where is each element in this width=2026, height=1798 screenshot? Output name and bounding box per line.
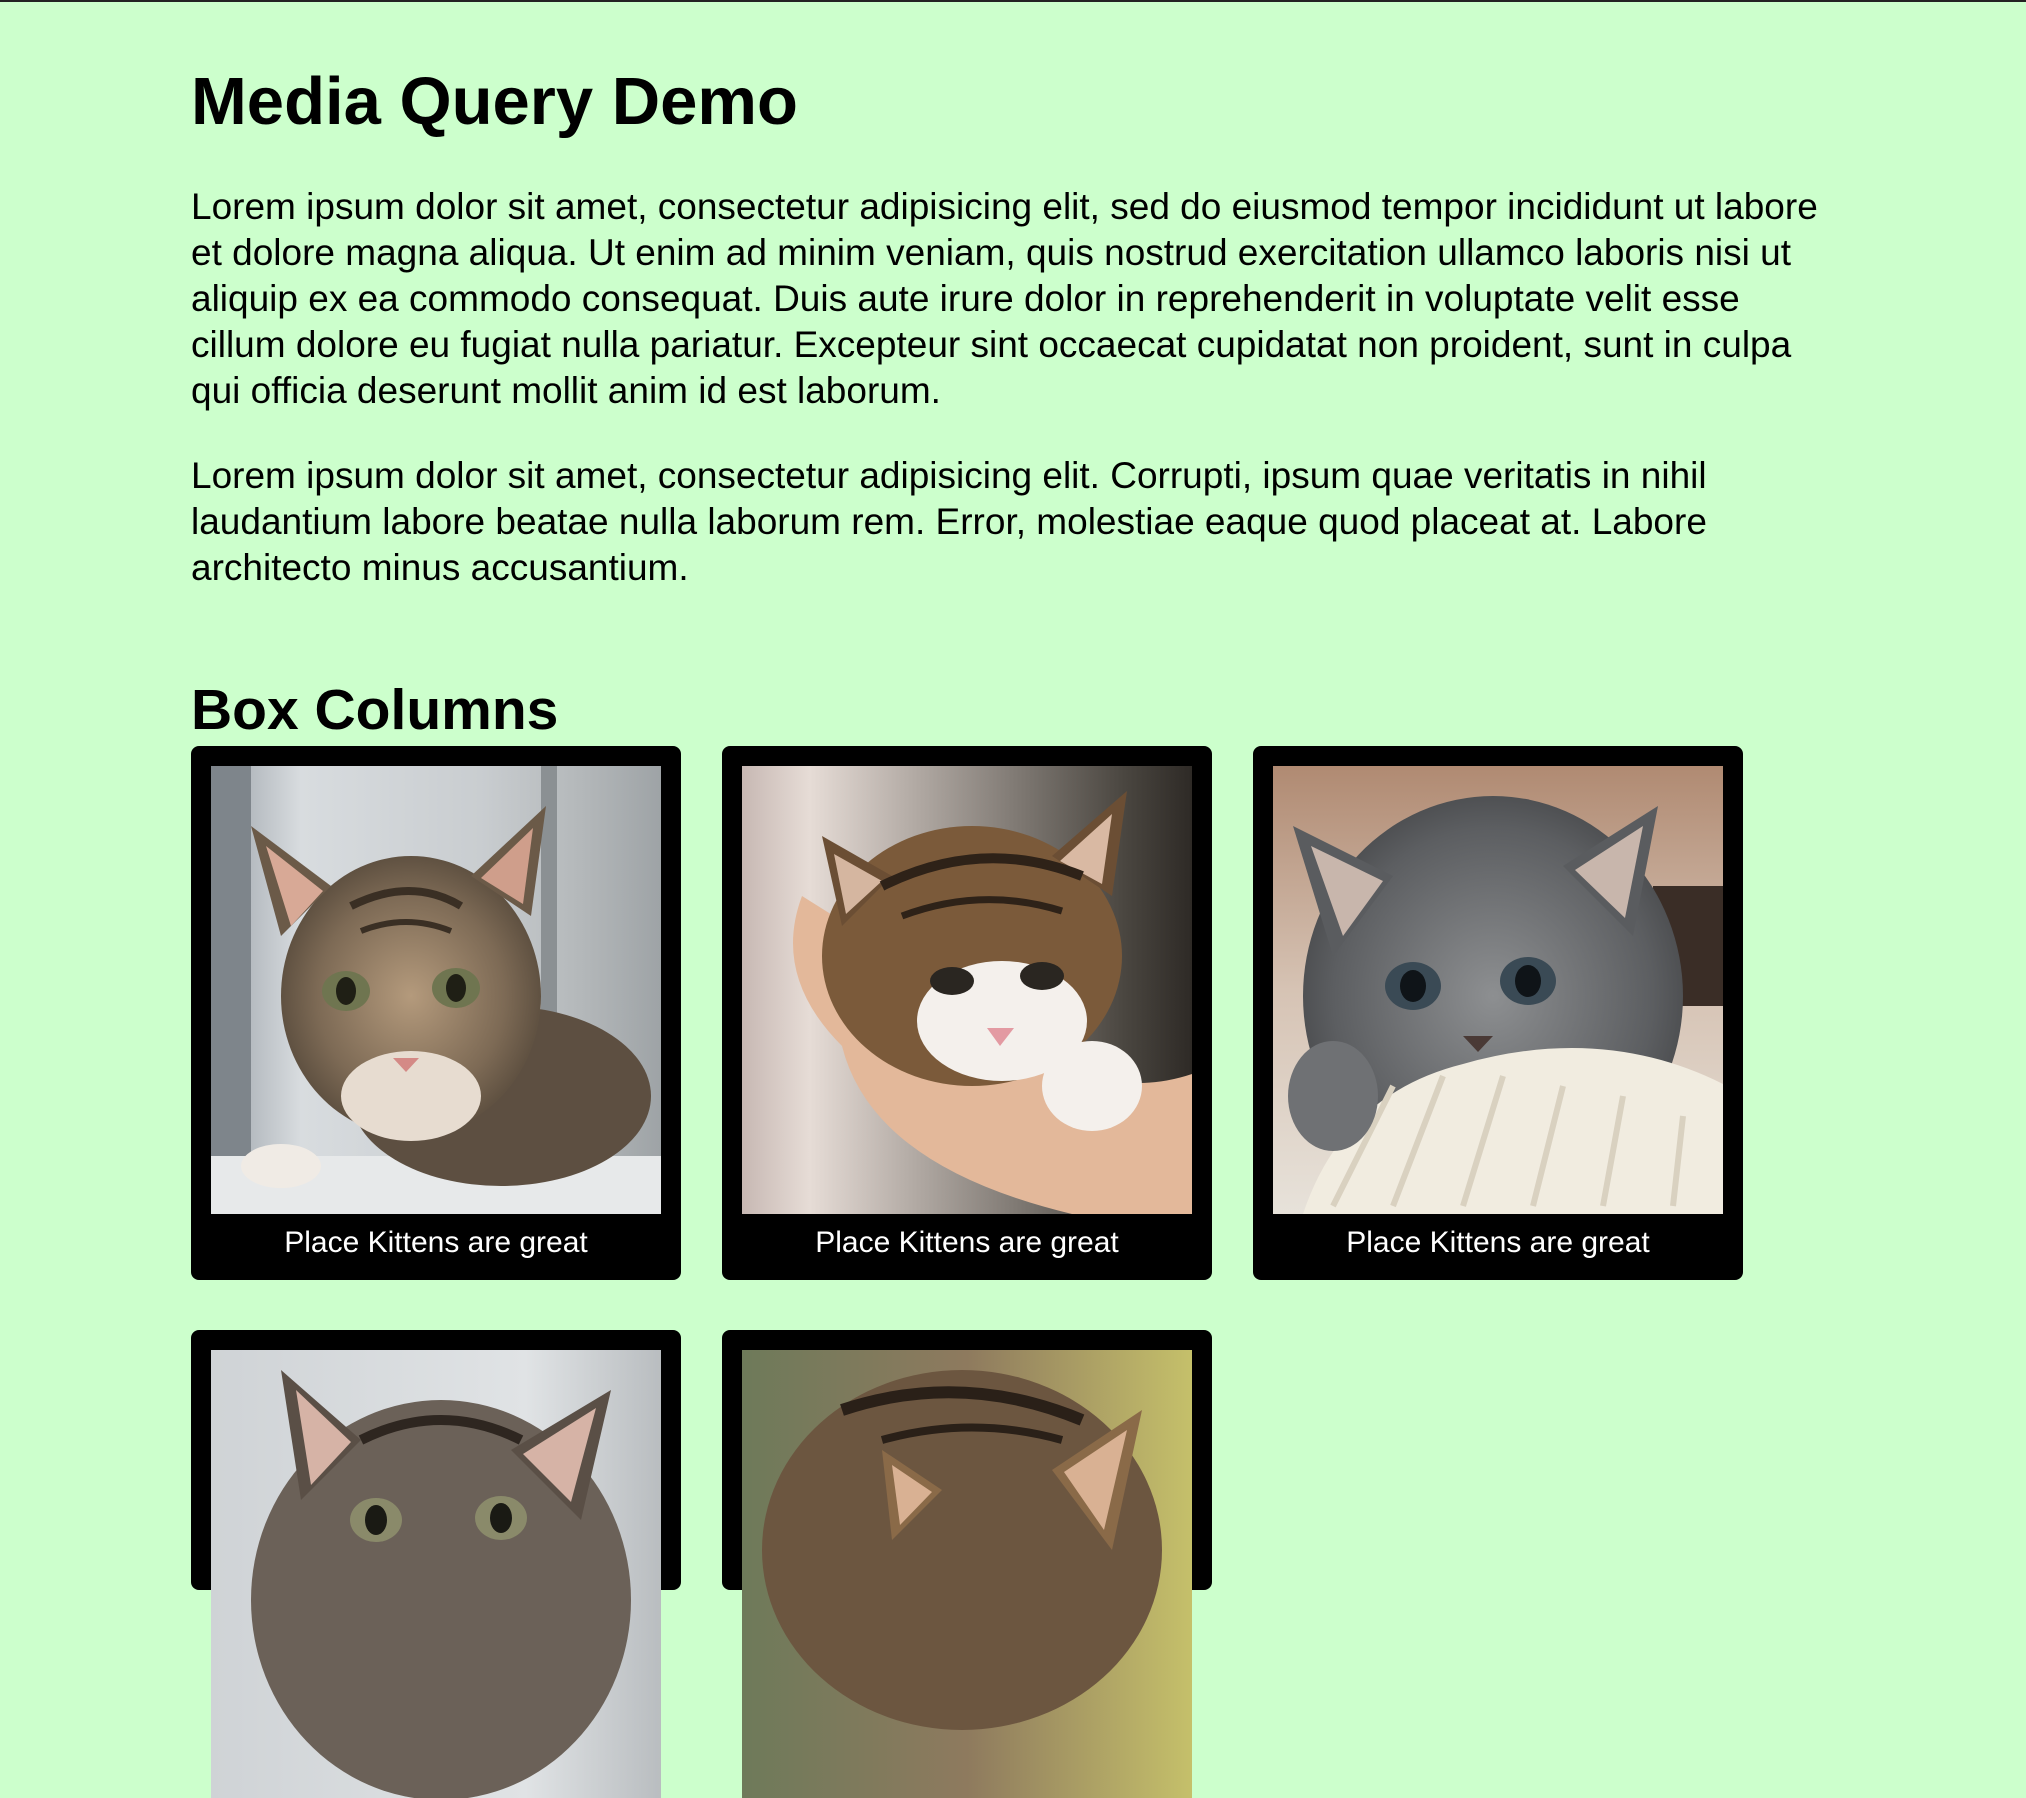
kitten-caption-3: Place Kittens are great: [1346, 1226, 1650, 1259]
kitten-image-4: [211, 1350, 661, 1798]
kitten-caption-1: Place Kittens are great: [284, 1226, 588, 1259]
kitten-image-5: [742, 1350, 1192, 1798]
box-columns-heading: Box Columns: [191, 678, 559, 742]
kitten-image-1: [211, 766, 661, 1214]
kitten-card-5: [722, 1330, 1212, 1798]
kitten-card-1: Place Kittens are great: [191, 746, 681, 1280]
kitten-caption-2: Place Kittens are great: [815, 1226, 1119, 1259]
kitten-image-2: [742, 766, 1192, 1214]
kitten-card-3: Place Kittens are great: [1253, 746, 1743, 1280]
page-title: Media Query Demo: [191, 64, 798, 139]
kitten-card-2: Place Kittens are great: [722, 746, 1212, 1280]
top-border: [0, 0, 2026, 2]
intro-paragraph-2: Lorem ipsum dolor sit amet, consectetur …: [191, 455, 1707, 588]
kitten-card-4: [191, 1330, 681, 1798]
kitten-image-3: [1273, 766, 1723, 1214]
intro-paragraph-1: Lorem ipsum dolor sit amet, consectetur …: [191, 186, 1818, 411]
